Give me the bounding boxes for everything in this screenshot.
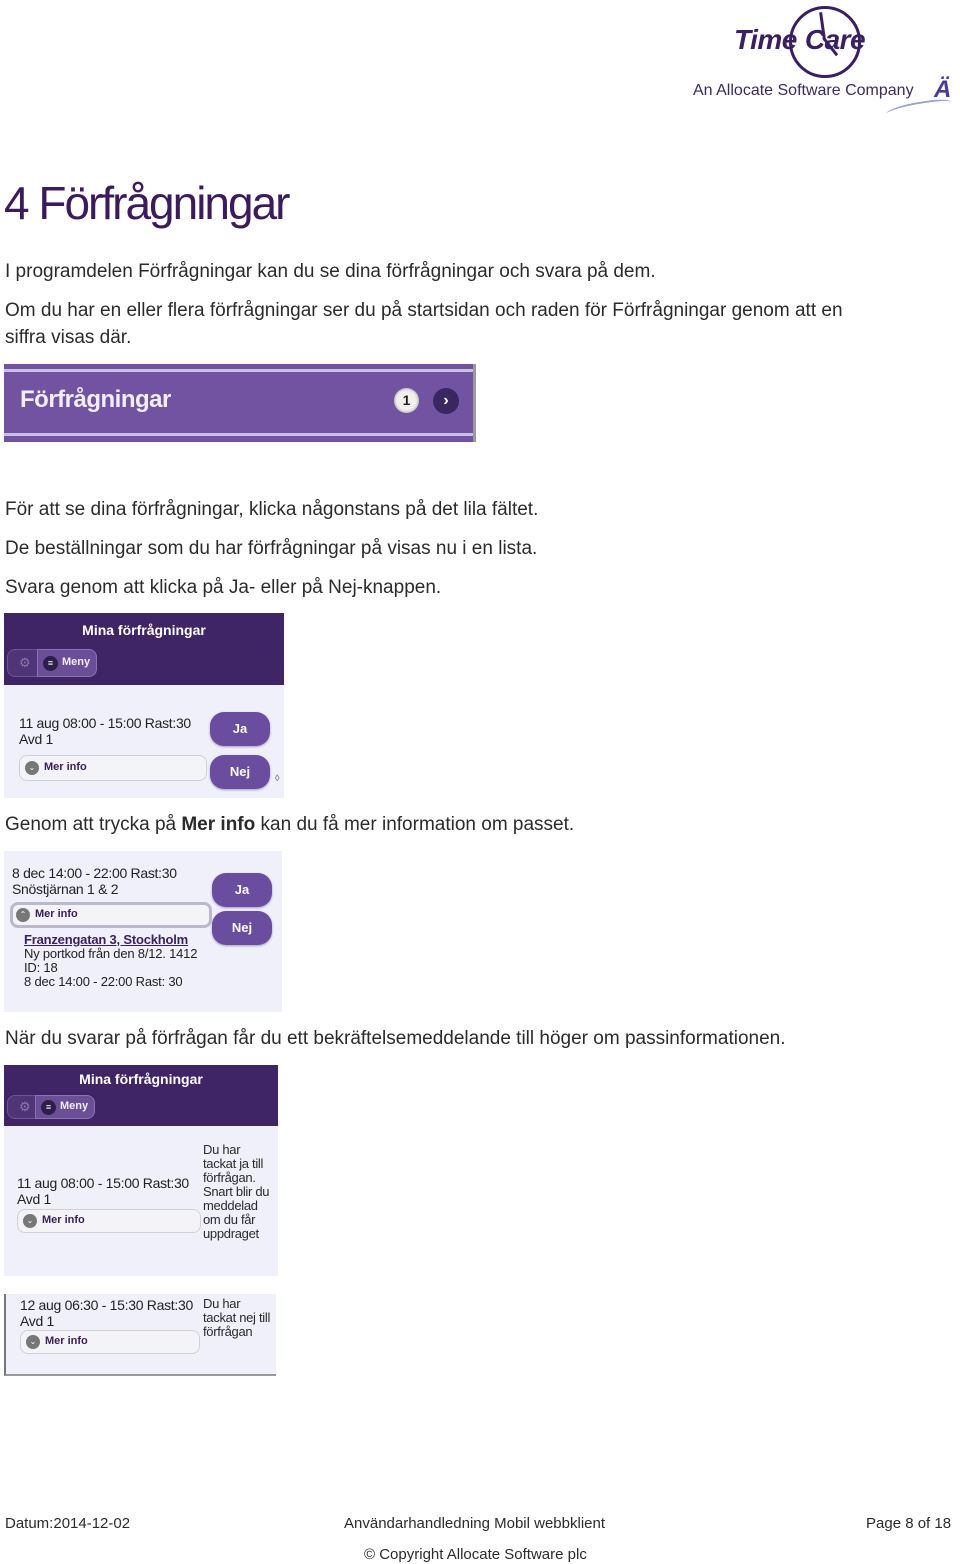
chevron-right-icon[interactable]: › — [433, 388, 459, 414]
footer-copyright: © Copyright Allocate Software plc — [364, 1546, 587, 1563]
instruction-text-2: De beställningar som du har förfrågninga… — [5, 538, 538, 559]
requests-screen-declined: 12 aug 06:30 - 15:30 Rast:30 Avd 1 ⌄ Mer… — [4, 1294, 276, 1376]
banner-label: Förfrågningar — [20, 386, 171, 413]
shift-info: 11 aug 08:00 - 15:00 Rast:30 Avd 1 — [19, 715, 191, 747]
intro-text: I programdelen Förfrågningar kan du se d… — [5, 261, 656, 282]
requests-screen-1: Mina förfrågningar ⚙ ≡ Meny 11 aug 08:00… — [4, 613, 284, 798]
shift-details: Franzengatan 3, Stockholm Ny portkod frå… — [24, 932, 198, 989]
resize-handle-icon: ◊ — [275, 773, 280, 783]
request-count-badge: 1 — [394, 388, 419, 413]
more-info-toggle[interactable]: ⌄ Mer info — [17, 1209, 201, 1233]
info-text-line2: siffra visas där. — [5, 327, 132, 348]
shift-info: 8 dec 14:00 - 22:00 Rast:30 Snöstjärnan … — [12, 865, 177, 897]
no-button[interactable]: Nej — [212, 911, 272, 945]
address-link[interactable]: Franzengatan 3, Stockholm — [24, 933, 197, 947]
chevron-down-icon: ⌄ — [25, 761, 39, 775]
yes-button[interactable]: Ja — [212, 873, 272, 907]
chevron-down-icon: ⌄ — [23, 1214, 37, 1228]
reply-confirmation: Du har tackat nej till förfrågan — [203, 1296, 271, 1339]
gear-icon: ⚙ — [19, 655, 31, 670]
menu-button[interactable]: ≡ Meny — [37, 649, 97, 677]
instruction-text-1: För att se dina förfrågningar, klicka nå… — [5, 499, 539, 520]
more-info-toggle[interactable]: ⌄ Mer info — [19, 755, 207, 781]
shift-info: 11 aug 08:00 - 15:00 Rast:30 Avd 1 — [17, 1175, 189, 1207]
chevron-down-icon: ⌄ — [26, 1335, 40, 1349]
footer-date: Datum:2014-12-02 — [5, 1515, 131, 1532]
requests-screen-expanded: 8 dec 14:00 - 22:00 Rast:30 Snöstjärnan … — [4, 851, 282, 1012]
more-info-toggle[interactable]: ⌄ Mer info — [20, 1330, 200, 1354]
chevron-up-icon: ⌃ — [16, 908, 30, 922]
timecare-logo: Time Care An Allocate Software Company Ä — [690, 4, 960, 120]
app-header: Mina förfrågningar ⚙ ≡ Meny — [4, 613, 284, 685]
shift-info: 12 aug 06:30 - 15:30 Rast:30 Avd 1 — [20, 1297, 193, 1329]
no-button[interactable]: Nej — [210, 755, 270, 789]
app-header-title: Mina förfrågningar — [79, 1071, 203, 1087]
page-title: 4 Förfrågningar — [4, 177, 290, 229]
app-header: Mina förfrågningar ⚙ ≡ Meny — [4, 1065, 278, 1126]
footer-page-number: Page 8 of 18 — [866, 1515, 952, 1532]
footer-doc-title: Användarhandledning Mobil webbklient — [344, 1515, 606, 1532]
more-info-text: Genom att trycka på Mer info kan du få m… — [5, 814, 575, 835]
requests-screen-accepted: Mina förfrågningar ⚙ ≡ Meny 11 aug 08:00… — [4, 1065, 278, 1276]
info-text-line1: Om du har en eller flera förfrågningar s… — [5, 300, 843, 321]
app-header-title: Mina förfrågningar — [82, 622, 206, 638]
gear-icon: ⚙ — [19, 1099, 31, 1114]
yes-button[interactable]: Ja — [210, 712, 270, 746]
menu-icon: ≡ — [41, 1100, 56, 1115]
menu-button[interactable]: ≡ Meny — [35, 1095, 95, 1119]
logo-wordmark: Time Care — [734, 24, 866, 55]
logo-tagline: An Allocate Software Company — [693, 82, 914, 99]
instruction-text-3: Svara genom att klicka på Ja- eller på N… — [5, 577, 442, 598]
reply-confirmation: Du har tackat ja till förfrågan. Snart b… — [203, 1142, 270, 1241]
more-info-toggle[interactable]: ⌃ Mer info — [10, 902, 212, 928]
requests-banner[interactable]: Förfrågningar 1 › — [4, 364, 476, 442]
menu-icon: ≡ — [43, 656, 58, 671]
confirmation-text: När du svarar på förfrågan får du ett be… — [5, 1028, 786, 1049]
